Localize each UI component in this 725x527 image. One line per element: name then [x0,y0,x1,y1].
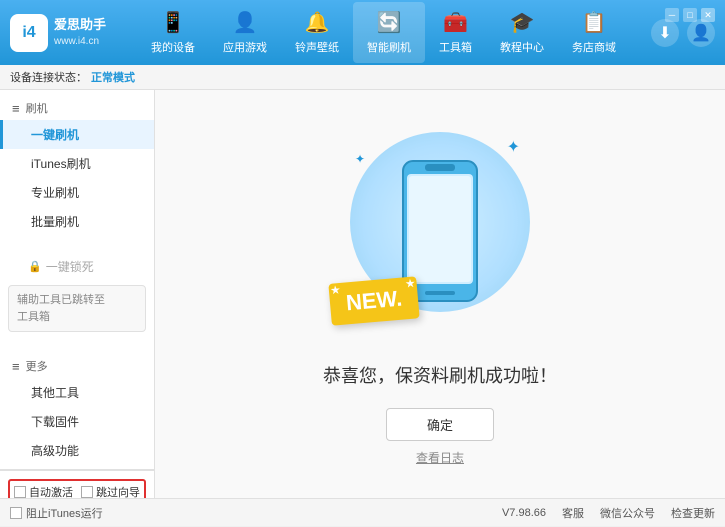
sidebar-item-advanced[interactable]: 高级功能 [0,436,154,465]
my-device-icon: 📱 [161,10,186,35]
lock-icon: 🔒 [28,260,42,273]
auto-check-row: 自动激活 跳过向导 [8,479,146,498]
smart-flash-icon: 🔄 [377,10,402,35]
log-link[interactable]: 查看日志 [416,449,464,466]
sidebar-unlock-group: 🔒 一键锁死 [0,252,154,281]
sidebar-more-section: ≡ 更多 其他工具 下载固件 高级功能 [0,348,154,469]
app-games-icon: 👤 [233,10,258,35]
header-right: ⬇ 👤 [651,19,715,47]
sidebar-flash-section: ≡ 刷机 一键刷机 iTunes刷机 专业刷机 批量刷机 [0,90,154,240]
minimize-button[interactable]: ─ [665,8,679,22]
version-label: V7.98.66 [502,507,546,519]
close-button[interactable]: ✕ [701,8,715,22]
guide-activate-check[interactable] [81,486,93,498]
auto-activate-check[interactable] [14,486,26,498]
nav-ringtone[interactable]: 🔔 铃声壁纸 [281,2,353,63]
ringtone-icon: 🔔 [305,10,330,35]
guide-activate-checkbox[interactable]: 跳过向导 [81,484,140,498]
status-left: 阻止iTunes运行 [10,505,482,521]
nav-my-device[interactable]: 📱 我的设备 [137,2,209,63]
auto-activate-checkbox[interactable]: 自动激活 [14,484,73,498]
nav-bar: 📱 我的设备 👤 应用游戏 🔔 铃声壁纸 🔄 智能刷机 🧰 工具箱 🎓 教程中心… [126,2,641,63]
nav-toolbox[interactable]: 🧰 工具箱 [425,2,486,63]
confirm-button[interactable]: 确定 [386,408,494,441]
sparkle-icon-1: ✦ [507,137,520,157]
tutorial-icon: 🎓 [510,10,535,35]
sidebar-item-one-key-flash[interactable]: 一键刷机 [0,120,154,149]
sidebar-bottom: 自动激活 跳过向导 📱 iPhone 15 Pro Max 512GB iPho… [0,469,154,498]
sidebar-item-download-firmware[interactable]: 下载固件 [0,407,154,436]
logo-text: 爱思助手 www.i4.cn [54,16,106,48]
nav-service[interactable]: 📋 务店商域 [558,2,630,63]
sidebar-notice: 辅助工具已跳转至 工具箱 [8,285,146,332]
maximize-button[interactable]: □ [683,8,697,22]
account-button[interactable]: 👤 [687,19,715,47]
new-badge: NEW. [328,276,420,326]
header: i4 爱思助手 www.i4.cn 📱 我的设备 👤 应用游戏 🔔 铃声壁纸 🔄… [0,0,725,65]
toolbox-icon: 🧰 [443,10,468,35]
download-button[interactable]: ⬇ [651,19,679,47]
status-bar: 阻止iTunes运行 V7.98.66 客服 微信公众号 检查更新 [0,498,725,526]
breadcrumb-bar: 设备连接状态： 正常模式 [0,65,725,90]
wechat-link[interactable]: 微信公众号 [600,505,655,521]
sidebar-item-batch-flash[interactable]: 批量刷机 [0,207,154,236]
sidebar-item-pro-flash[interactable]: 专业刷机 [0,178,154,207]
check-update-link[interactable]: 检查更新 [671,505,715,521]
breadcrumb-prefix: 设备连接状态： [10,69,87,85]
content-area: ✦ ✦ NEW. 恭喜您，保资料刷机成功啦！ 确定 [155,90,725,498]
stop-itunes-label[interactable]: 阻止iTunes运行 [10,505,103,521]
customer-service-link[interactable]: 客服 [562,505,584,521]
sidebar-more-group: ≡ 更多 [0,352,154,378]
logo: i4 爱思助手 www.i4.cn [10,14,106,52]
success-message: 恭喜您，保资料刷机成功啦！ [323,362,557,388]
nav-app-games[interactable]: 👤 应用游戏 [209,2,281,63]
sidebar-item-itunes-flash[interactable]: iTunes刷机 [0,149,154,178]
sidebar: ≡ 刷机 一键刷机 iTunes刷机 专业刷机 批量刷机 🔒 一键锁死 [0,90,155,498]
status-right: V7.98.66 客服 微信公众号 检查更新 [502,505,715,521]
flash-group-icon: ≡ [12,101,20,116]
sidebar-flash-group: ≡ 刷机 [0,94,154,120]
service-icon: 📋 [582,10,607,35]
breadcrumb-status: 正常模式 [91,69,135,85]
phone-illustration: ✦ ✦ NEW. [340,122,540,342]
window-controls: ─ □ ✕ [665,8,715,22]
main-layout: ≡ 刷机 一键刷机 iTunes刷机 专业刷机 批量刷机 🔒 一键锁死 [0,90,725,498]
stop-itunes-checkbox[interactable] [10,507,22,519]
logo-icon: i4 [10,14,48,52]
nav-tutorial[interactable]: 🎓 教程中心 [486,2,558,63]
sidebar-item-other-tools[interactable]: 其他工具 [0,378,154,407]
sparkle-icon-2: ✦ [355,152,365,166]
nav-smart-flash[interactable]: 🔄 智能刷机 [353,2,425,63]
more-group-icon: ≡ [12,359,20,374]
sidebar-unlock-section: 🔒 一键锁死 辅助工具已跳转至 工具箱 [0,248,154,340]
